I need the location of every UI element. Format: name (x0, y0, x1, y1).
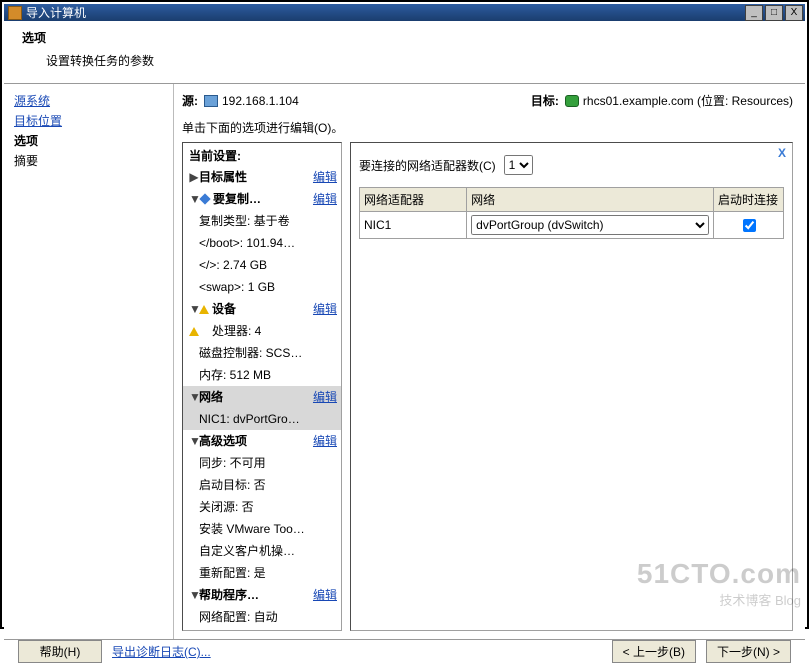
chevron-down-icon: ▼ (189, 388, 199, 406)
cell-nic-name: NIC1 (360, 212, 467, 239)
table-row: NIC1 dvPortGroup (dvSwitch) (360, 212, 784, 239)
target-label: 目标: (531, 92, 559, 109)
tree-reconfig: 重新配置: 是 (183, 562, 341, 584)
tree-header: 当前设置: (183, 145, 341, 166)
window-title: 导入计算机 (26, 4, 743, 21)
tree-poweroff: 关闭源: 否 (183, 496, 341, 518)
nic-count-label: 要连接的网络适配器数(C) (359, 157, 496, 174)
step-destination[interactable]: 目标位置 (14, 112, 163, 129)
tree-guest-customize: 自定义客户机操… (183, 540, 341, 562)
tree-copy-type: 复制类型: 基于卷 (183, 210, 341, 232)
diamond-icon (199, 193, 210, 204)
chevron-down-icon: ▼ (189, 586, 199, 604)
step-options[interactable]: 选项 (14, 132, 163, 149)
tree-helper[interactable]: ▼ 帮助程序… 编辑 (183, 584, 341, 606)
wizard-steps: 源系统 目标位置 选项 摘要 (4, 84, 174, 639)
tree-vmtools: 安装 VMware Too… (183, 518, 341, 540)
edit-hint: 单击下面的选项进行编辑(O)。 (182, 119, 793, 136)
tree-root: </>: 2.74 GB (183, 254, 341, 276)
warning-icon (199, 305, 209, 314)
back-button[interactable]: < 上一步(B) (612, 640, 696, 663)
nic-table: 网络适配器 网络 启动时连接 NIC1 dvPortGroup (dvSwitc (359, 187, 784, 239)
edit-link[interactable]: 编辑 (313, 432, 337, 450)
tree-to-copy[interactable]: ▼ 要复制… 编辑 (183, 188, 341, 210)
close-button[interactable]: X (785, 5, 803, 21)
wizard-footer: 帮助(H) 导出诊断日志(C)... < 上一步(B) 下一步(N) > (4, 639, 805, 663)
edit-link[interactable]: 编辑 (313, 388, 337, 406)
edit-link[interactable]: 编辑 (313, 300, 337, 318)
tree-devices[interactable]: ▼ 设备 编辑 (183, 298, 341, 320)
tree-memory: 内存: 512 MB (183, 364, 341, 386)
export-diagnostics-link[interactable]: 导出诊断日志(C)... (112, 643, 211, 660)
app-icon (8, 6, 22, 20)
col-network: 网络 (467, 188, 714, 212)
help-button[interactable]: 帮助(H) (18, 640, 102, 663)
edit-link[interactable]: 编辑 (313, 586, 337, 604)
tree-nic1: NIC1: dvPortGro… (183, 408, 341, 430)
nic-count-select[interactable]: 1 (504, 155, 533, 175)
tree-boot-target: 启动目标: 否 (183, 474, 341, 496)
minimize-button[interactable]: _ (745, 5, 763, 21)
col-connect: 启动时连接 (714, 188, 784, 212)
chevron-down-icon: ▼ (189, 300, 199, 318)
nic-network-select[interactable]: dvPortGroup (dvSwitch) (471, 215, 709, 235)
tree-advanced[interactable]: ▼ 高级选项 编辑 (183, 430, 341, 452)
source-value: 192.168.1.104 (222, 94, 299, 108)
col-adapter: 网络适配器 (360, 188, 467, 212)
network-detail-panel: X 要连接的网络适配器数(C) 1 网络适配器 网络 启动时连接 (350, 142, 793, 631)
tree-target-attrs[interactable]: ▶ 目标属性 编辑 (183, 166, 341, 188)
target-value: rhcs01.example.com (位置: Resources) (583, 92, 793, 109)
edit-link[interactable]: 编辑 (313, 190, 337, 208)
tree-network[interactable]: ▼ 网络 编辑 (183, 386, 341, 408)
maximize-button[interactable]: □ (765, 5, 783, 21)
source-target-bar: 源: 192.168.1.104 目标: rhcs01.example.com … (182, 92, 793, 109)
source-label: 源: (182, 92, 198, 109)
edit-link[interactable]: 编辑 (313, 168, 337, 186)
page-title: 选项 (22, 29, 793, 46)
step-source[interactable]: 源系统 (14, 92, 163, 109)
settings-tree[interactable]: 当前设置: ▶ 目标属性 编辑 ▼ 要复制… 编辑 复制类型: 基于卷 </bo… (182, 142, 342, 631)
next-button[interactable]: 下一步(N) > (706, 640, 791, 663)
page-subtitle: 设置转换任务的参数 (46, 52, 793, 69)
chevron-down-icon: ▼ (189, 190, 199, 208)
tree-sync: 同步: 不可用 (183, 452, 341, 474)
server-icon (204, 95, 218, 107)
connect-at-poweron-checkbox[interactable] (743, 219, 756, 232)
tree-netcfg: 网络配置: 自动 (183, 606, 341, 628)
tree-boot: </boot>: 101.94… (183, 232, 341, 254)
tree-disk-ctrl: 磁盘控制器: SCS… (183, 342, 341, 364)
wizard-header: 选项 设置转换任务的参数 (4, 21, 805, 84)
target-icon (565, 95, 579, 107)
close-icon[interactable]: X (775, 146, 789, 160)
titlebar: 导入计算机 _ □ X (4, 4, 805, 21)
tree-swap: <swap>: 1 GB (183, 276, 341, 298)
chevron-right-icon: ▶ (189, 168, 199, 186)
step-summary[interactable]: 摘要 (14, 152, 163, 169)
warning-icon (189, 327, 199, 336)
tree-cpu: 处理器: 4 (183, 320, 341, 342)
chevron-down-icon: ▼ (189, 432, 199, 450)
